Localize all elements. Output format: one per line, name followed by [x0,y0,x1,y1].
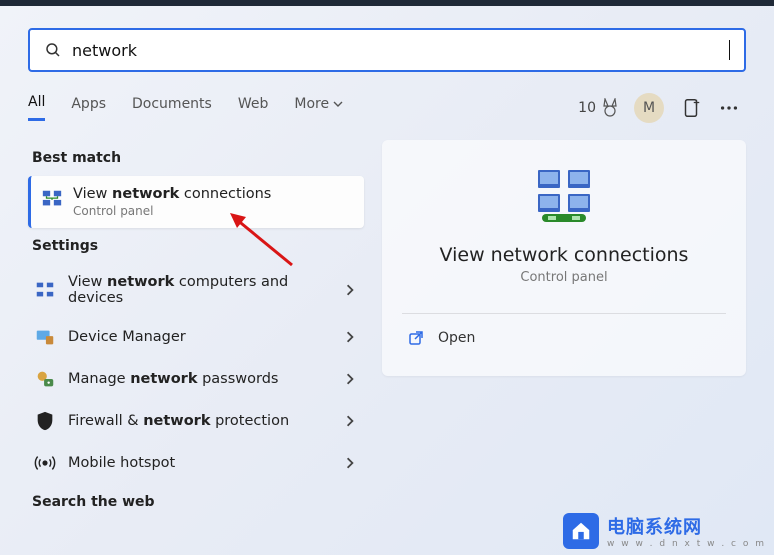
tab-web[interactable]: Web [238,96,269,120]
best-title-bold: network [112,186,179,202]
tab-documents[interactable]: Documents [132,96,212,120]
points-value: 10 [578,100,596,116]
best-subtitle: Control panel [73,204,271,218]
chevron-down-icon [333,99,343,109]
text-caret [729,40,730,60]
house-icon [570,520,592,542]
item-text: Device Manager [68,329,186,345]
item-text-bold: network [130,371,197,387]
section-settings: Settings [32,238,364,254]
search-bar[interactable] [28,28,746,72]
settings-item-device-manager[interactable]: Device Manager [28,316,364,358]
detail-card: View network connections Control panel O… [382,140,746,376]
chevron-right-icon [344,457,356,469]
detail-title: View network connections [402,244,726,266]
rewards-points[interactable]: 10 [578,98,618,118]
more-icon[interactable] [718,97,740,119]
results-column: Best match View network connections Cont… [28,140,364,520]
detail-column: View network connections Control panel O… [382,140,746,520]
section-best-match: Best match [32,150,364,166]
item-text-post: protection [210,413,289,429]
open-label: Open [438,330,475,346]
watermark-logo [563,513,599,549]
detail-icon-wrap [402,168,726,226]
best-title-post: connections [179,186,271,202]
chevron-right-icon [344,415,356,427]
best-match-result[interactable]: View network connections Control panel [28,176,364,228]
settings-item-mobile-hotspot[interactable]: Mobile hotspot [28,442,364,484]
user-avatar[interactable]: M [634,93,664,123]
filter-tabs: All Apps Documents Web More 10 M [28,90,746,126]
content-area: Best match View network connections Cont… [28,140,746,520]
window-top-border [0,0,774,6]
chevron-right-icon [344,331,356,343]
item-text-bold: network [107,274,174,290]
tab-apps[interactable]: Apps [71,96,106,120]
phone-link-icon[interactable] [680,97,702,119]
item-text: Manage [68,371,130,387]
item-text-post: passwords [197,371,278,387]
item-text: Firewall & [68,413,143,429]
item-text: View [68,274,107,290]
settings-item-firewall[interactable]: Firewall & network protection [28,400,364,442]
search-input[interactable] [72,41,729,60]
search-icon [44,41,62,59]
tab-all[interactable]: All [28,94,45,121]
chevron-right-icon [344,373,356,385]
chevron-right-icon [344,284,356,296]
detail-subtitle: Control panel [402,270,726,285]
item-text: Mobile hotspot [68,455,175,471]
open-action[interactable]: Open [402,314,726,362]
network-connections-icon [41,188,63,210]
medal-icon [602,98,618,118]
network-connections-large-icon [532,168,596,226]
credentials-icon [34,368,56,390]
best-title-pre: View [73,186,112,202]
item-text-bold: network [143,413,210,429]
tab-more[interactable]: More [294,96,343,120]
watermark-text-cn: 电脑系统网 [607,513,766,539]
watermark: 电脑系统网 w w w . d n x t w . c o m [563,513,766,549]
settings-item-network-devices[interactable]: View network computers and devices [28,264,364,316]
shield-icon [34,410,56,432]
tab-more-label: More [294,96,329,112]
search-panel: All Apps Documents Web More 10 M [10,18,764,555]
best-match-text: View network connections Control panel [73,186,271,218]
watermark-text-url: w w w . d n x t w . c o m [607,539,766,549]
device-manager-icon [34,326,56,348]
network-devices-icon [34,279,56,301]
hotspot-icon [34,452,56,474]
open-icon [408,330,424,346]
section-search-web: Search the web [32,494,364,510]
header-right-controls: 10 M [578,93,740,123]
settings-item-network-passwords[interactable]: Manage network passwords [28,358,364,400]
